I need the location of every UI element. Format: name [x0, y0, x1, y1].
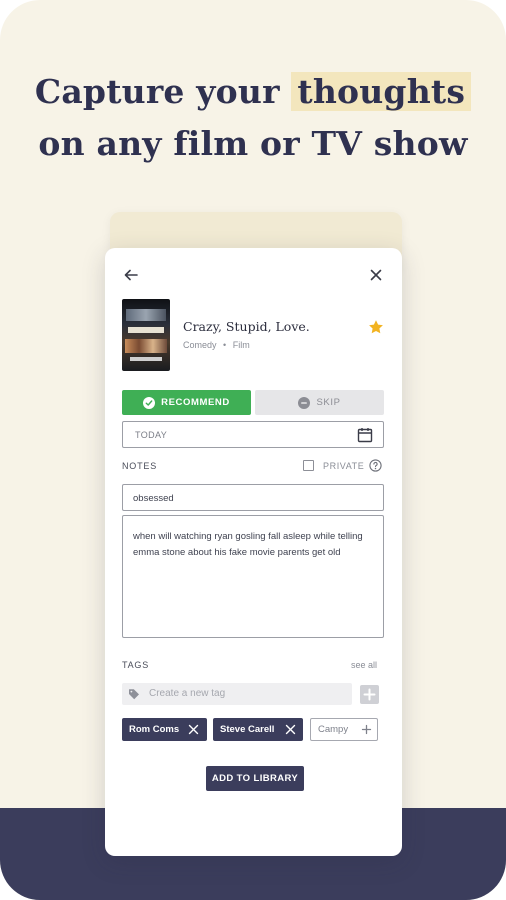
minus-icon [298, 396, 311, 409]
long-note-textarea[interactable]: when will watching ryan gosling fall asl… [122, 515, 384, 638]
star-icon[interactable] [368, 319, 384, 335]
recommend-button[interactable]: RECOMMEND [122, 390, 251, 415]
headline-line-2: on any film or TV show [38, 124, 468, 163]
tag-chip-rom-coms[interactable]: Rom Coms [122, 718, 207, 741]
movie-meta: Comedy • Film [183, 340, 250, 350]
movie-title: Crazy, Stupid, Love. [183, 319, 310, 334]
tag-chip-steve-carell[interactable]: Steve Carell [213, 718, 303, 741]
calendar-icon[interactable] [357, 427, 373, 443]
headline: Capture your thoughts on any film or TV … [0, 66, 506, 170]
headline-highlight: thoughts [291, 72, 472, 111]
skip-button[interactable]: SKIP [255, 390, 384, 415]
new-tag-input[interactable]: Create a new tag [122, 683, 352, 705]
tag-chip-label: Steve Carell [220, 724, 275, 735]
meta-separator: • [223, 340, 227, 350]
tag-chip-label: Campy [318, 724, 349, 735]
skip-label: SKIP [316, 397, 341, 408]
movie-genre: Comedy [183, 340, 217, 350]
date-value: TODAY [135, 430, 168, 440]
long-note-text: when will watching ryan gosling fall asl… [133, 531, 363, 558]
date-field[interactable]: TODAY [122, 421, 384, 448]
help-icon[interactable] [369, 459, 382, 472]
close-icon[interactable] [367, 266, 385, 284]
remove-tag-icon[interactable] [188, 724, 199, 735]
notes-label: NOTES [122, 461, 158, 471]
promo-frame: Capture your thoughts on any film or TV … [0, 0, 506, 900]
tag-chip-label: Rom Coms [129, 724, 180, 735]
headline-prefix: Capture your [34, 72, 280, 111]
review-card: Crazy, Stupid, Love. Comedy • Film RECOM… [105, 248, 402, 856]
short-note-input[interactable]: obsessed [122, 484, 384, 511]
recommend-label: RECOMMEND [161, 397, 230, 408]
see-all-link[interactable]: see all [351, 660, 377, 670]
add-tag-icon[interactable] [361, 724, 372, 735]
tag-icon [129, 689, 139, 700]
private-checkbox[interactable] [303, 460, 314, 471]
check-icon [143, 396, 156, 409]
tag-chip-campy[interactable]: Campy [310, 718, 378, 741]
add-tag-button[interactable] [360, 685, 379, 704]
tags-label: TAGS [122, 660, 150, 670]
new-tag-placeholder: Create a new tag [149, 688, 226, 699]
add-to-library-button[interactable]: ADD TO LIBRARY [206, 766, 304, 791]
headline-line-1: Capture your thoughts [0, 66, 506, 118]
movie-type: Film [232, 340, 250, 350]
remove-tag-icon[interactable] [285, 724, 296, 735]
movie-poster [122, 299, 170, 371]
private-label: PRIVATE [323, 461, 365, 471]
back-arrow-icon[interactable] [122, 266, 140, 284]
plus-icon [363, 688, 376, 701]
short-note-text: obsessed [133, 493, 174, 504]
